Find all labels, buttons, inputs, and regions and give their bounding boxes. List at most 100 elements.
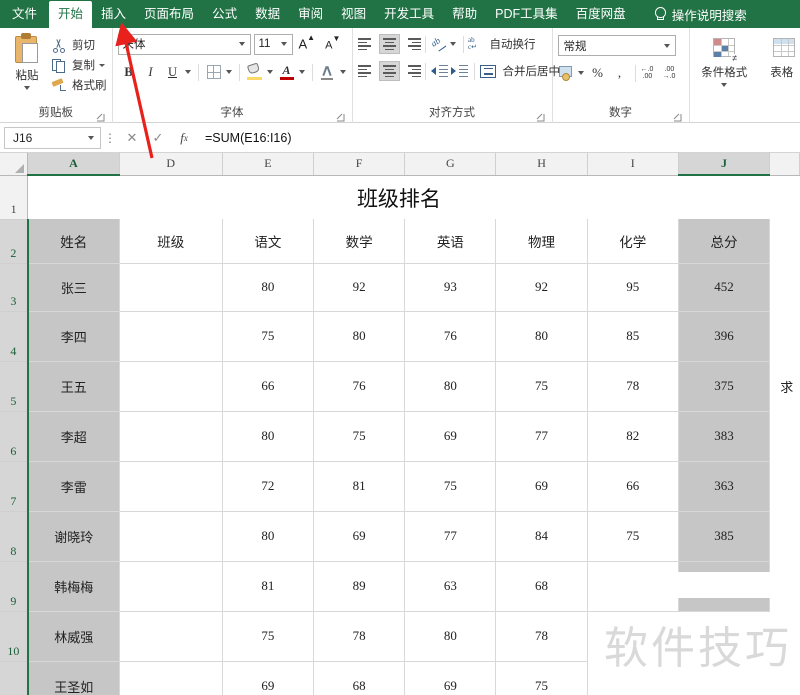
chevron-down-icon[interactable] <box>339 70 346 74</box>
header-cell-chemistry[interactable]: 化学 <box>587 219 679 264</box>
number-format-combobox[interactable]: 常规 <box>557 35 676 56</box>
cell-chinese[interactable]: 80 <box>222 411 314 462</box>
row-header-2[interactable]: 2 <box>0 219 29 264</box>
cell-chemistry[interactable]: 96 <box>587 561 679 612</box>
column-header-E[interactable]: E <box>222 153 314 176</box>
tab-help[interactable]: 帮助 <box>443 0 486 28</box>
align-center-button[interactable] <box>378 61 400 81</box>
cell-chemistry[interactable] <box>587 661 678 695</box>
row-header-10[interactable]: 10 <box>0 611 29 662</box>
chevron-down-icon[interactable] <box>577 71 584 75</box>
cell-english[interactable]: 93 <box>404 263 497 312</box>
confirm-icon[interactable]: ✓ <box>145 127 171 149</box>
merge-center-button[interactable] <box>479 61 498 82</box>
header-cell-total[interactable]: 总分 <box>678 219 771 264</box>
select-all-corner[interactable] <box>0 153 29 176</box>
increase-decimal-button[interactable]: ←.0.00 <box>640 63 662 84</box>
chevron-down-icon[interactable] <box>663 43 670 48</box>
sheet-title-cell[interactable]: 班级排名 <box>28 175 770 219</box>
font-dialog-launcher[interactable] <box>336 113 345 122</box>
cell-name[interactable]: 韩梅梅 <box>27 561 120 612</box>
cell-total[interactable]: 383 <box>678 411 771 462</box>
tab-formulas[interactable]: 公式 <box>203 0 246 28</box>
format-as-table-button[interactable]: 表格 <box>754 36 800 80</box>
cell-english[interactable]: 80 <box>404 611 497 662</box>
row-header-5[interactable]: 5 <box>0 361 29 412</box>
cell-english[interactable]: 69 <box>404 411 497 462</box>
cell-math[interactable]: 81 <box>313 461 406 512</box>
underline-button[interactable]: U <box>162 62 184 83</box>
cell-class[interactable] <box>119 263 223 312</box>
cell-chemistry[interactable]: 78 <box>587 361 679 412</box>
column-header-F[interactable]: F <box>313 153 406 176</box>
row-header-8[interactable]: 8 <box>0 511 29 562</box>
column-header-A[interactable]: A <box>27 153 120 176</box>
chevron-down-icon[interactable] <box>280 42 287 46</box>
cell-class[interactable] <box>119 511 223 562</box>
chevron-down-icon[interactable] <box>449 42 456 46</box>
cell-chemistry[interactable]: 82 <box>587 411 679 462</box>
cell-physics[interactable]: 75 <box>495 361 588 412</box>
cell-chinese[interactable]: 80 <box>222 263 314 312</box>
align-top-button[interactable] <box>357 34 379 54</box>
chevron-down-icon[interactable] <box>184 70 191 74</box>
cell-physics[interactable]: 69 <box>495 461 588 512</box>
cell-name[interactable]: 李超 <box>27 411 120 462</box>
row-header-6[interactable]: 6 <box>0 411 29 462</box>
bold-button[interactable]: B <box>118 62 140 83</box>
cell-english[interactable]: 76 <box>404 311 497 362</box>
worksheet-grid[interactable]: A D E F G H I J 1 班级排名 2 姓名 班级 语文 数学 英语 … <box>0 153 800 695</box>
column-header-G[interactable]: G <box>404 153 497 176</box>
shrink-font-button[interactable]: A▼ <box>325 34 344 52</box>
tab-page-layout[interactable]: 页面布局 <box>135 0 203 28</box>
cell-chinese[interactable]: 66 <box>222 361 314 412</box>
cell-chinese[interactable]: 72 <box>222 461 314 512</box>
insert-function-icon[interactable]: fx <box>171 127 197 149</box>
name-box[interactable]: J16 <box>4 126 101 149</box>
cell-total[interactable]: 385 <box>678 511 771 562</box>
header-cell-math[interactable]: 数学 <box>313 219 406 264</box>
chevron-down-icon[interactable] <box>88 135 94 140</box>
cell-chinese[interactable]: 75 <box>222 311 314 362</box>
cell-total[interactable]: 396 <box>678 311 771 362</box>
column-header-I[interactable]: I <box>587 153 679 176</box>
phonetic-guide-button[interactable] <box>317 62 339 83</box>
formula-input[interactable]: =SUM(E16:I16) <box>201 126 796 149</box>
fill-color-button[interactable] <box>244 62 266 83</box>
cell-total[interactable] <box>678 611 769 661</box>
cell-english[interactable]: 75 <box>404 461 497 512</box>
orientation-button[interactable]: ab <box>429 34 449 55</box>
cell-physics[interactable]: 92 <box>495 263 588 312</box>
cell-chinese[interactable]: 81 <box>222 561 314 612</box>
italic-button[interactable]: I <box>140 62 162 83</box>
chevron-down-icon[interactable] <box>266 70 273 74</box>
cell-physics[interactable]: 77 <box>495 411 588 462</box>
row-header-11[interactable]: 11 <box>0 661 29 695</box>
cell-chemistry[interactable]: 85 <box>587 311 679 362</box>
wrap-text-label[interactable]: 自动换行 <box>490 36 536 52</box>
merge-center-label[interactable]: 合并后居中 <box>503 63 561 79</box>
tab-data[interactable]: 数据 <box>246 0 289 28</box>
font-size-combobox[interactable]: 11 <box>253 33 293 55</box>
decrease-indent-button[interactable] <box>430 61 450 82</box>
tab-review[interactable]: 审阅 <box>289 0 332 28</box>
cell-name[interactable]: 林威强 <box>27 611 120 662</box>
cell-math[interactable]: 68 <box>313 661 406 695</box>
paste-button[interactable]: 粘贴 <box>5 32 49 90</box>
cell-name[interactable]: 王五 <box>27 361 120 412</box>
increase-indent-button[interactable] <box>450 61 470 82</box>
row-header-4[interactable]: 4 <box>0 311 29 362</box>
cut-button[interactable]: 剪切 <box>51 35 107 55</box>
tab-view[interactable]: 视图 <box>332 0 375 28</box>
grow-font-button[interactable]: A▲ <box>299 33 320 51</box>
decrease-decimal-button[interactable]: .00 →.0 <box>662 63 684 84</box>
cell-class[interactable] <box>119 411 223 462</box>
cell-name[interactable]: 谢晓玲 <box>27 511 120 562</box>
cell-english[interactable]: 63 <box>404 561 497 612</box>
header-cell-chinese[interactable]: 语文 <box>222 219 314 264</box>
cell-math[interactable]: 89 <box>313 561 406 612</box>
cell-name[interactable]: 张三 <box>27 263 120 312</box>
row-header-1[interactable]: 1 <box>0 175 29 220</box>
tell-me-search[interactable]: 操作说明搜索 <box>653 0 747 28</box>
row-header-9[interactable]: 9 <box>0 561 29 612</box>
